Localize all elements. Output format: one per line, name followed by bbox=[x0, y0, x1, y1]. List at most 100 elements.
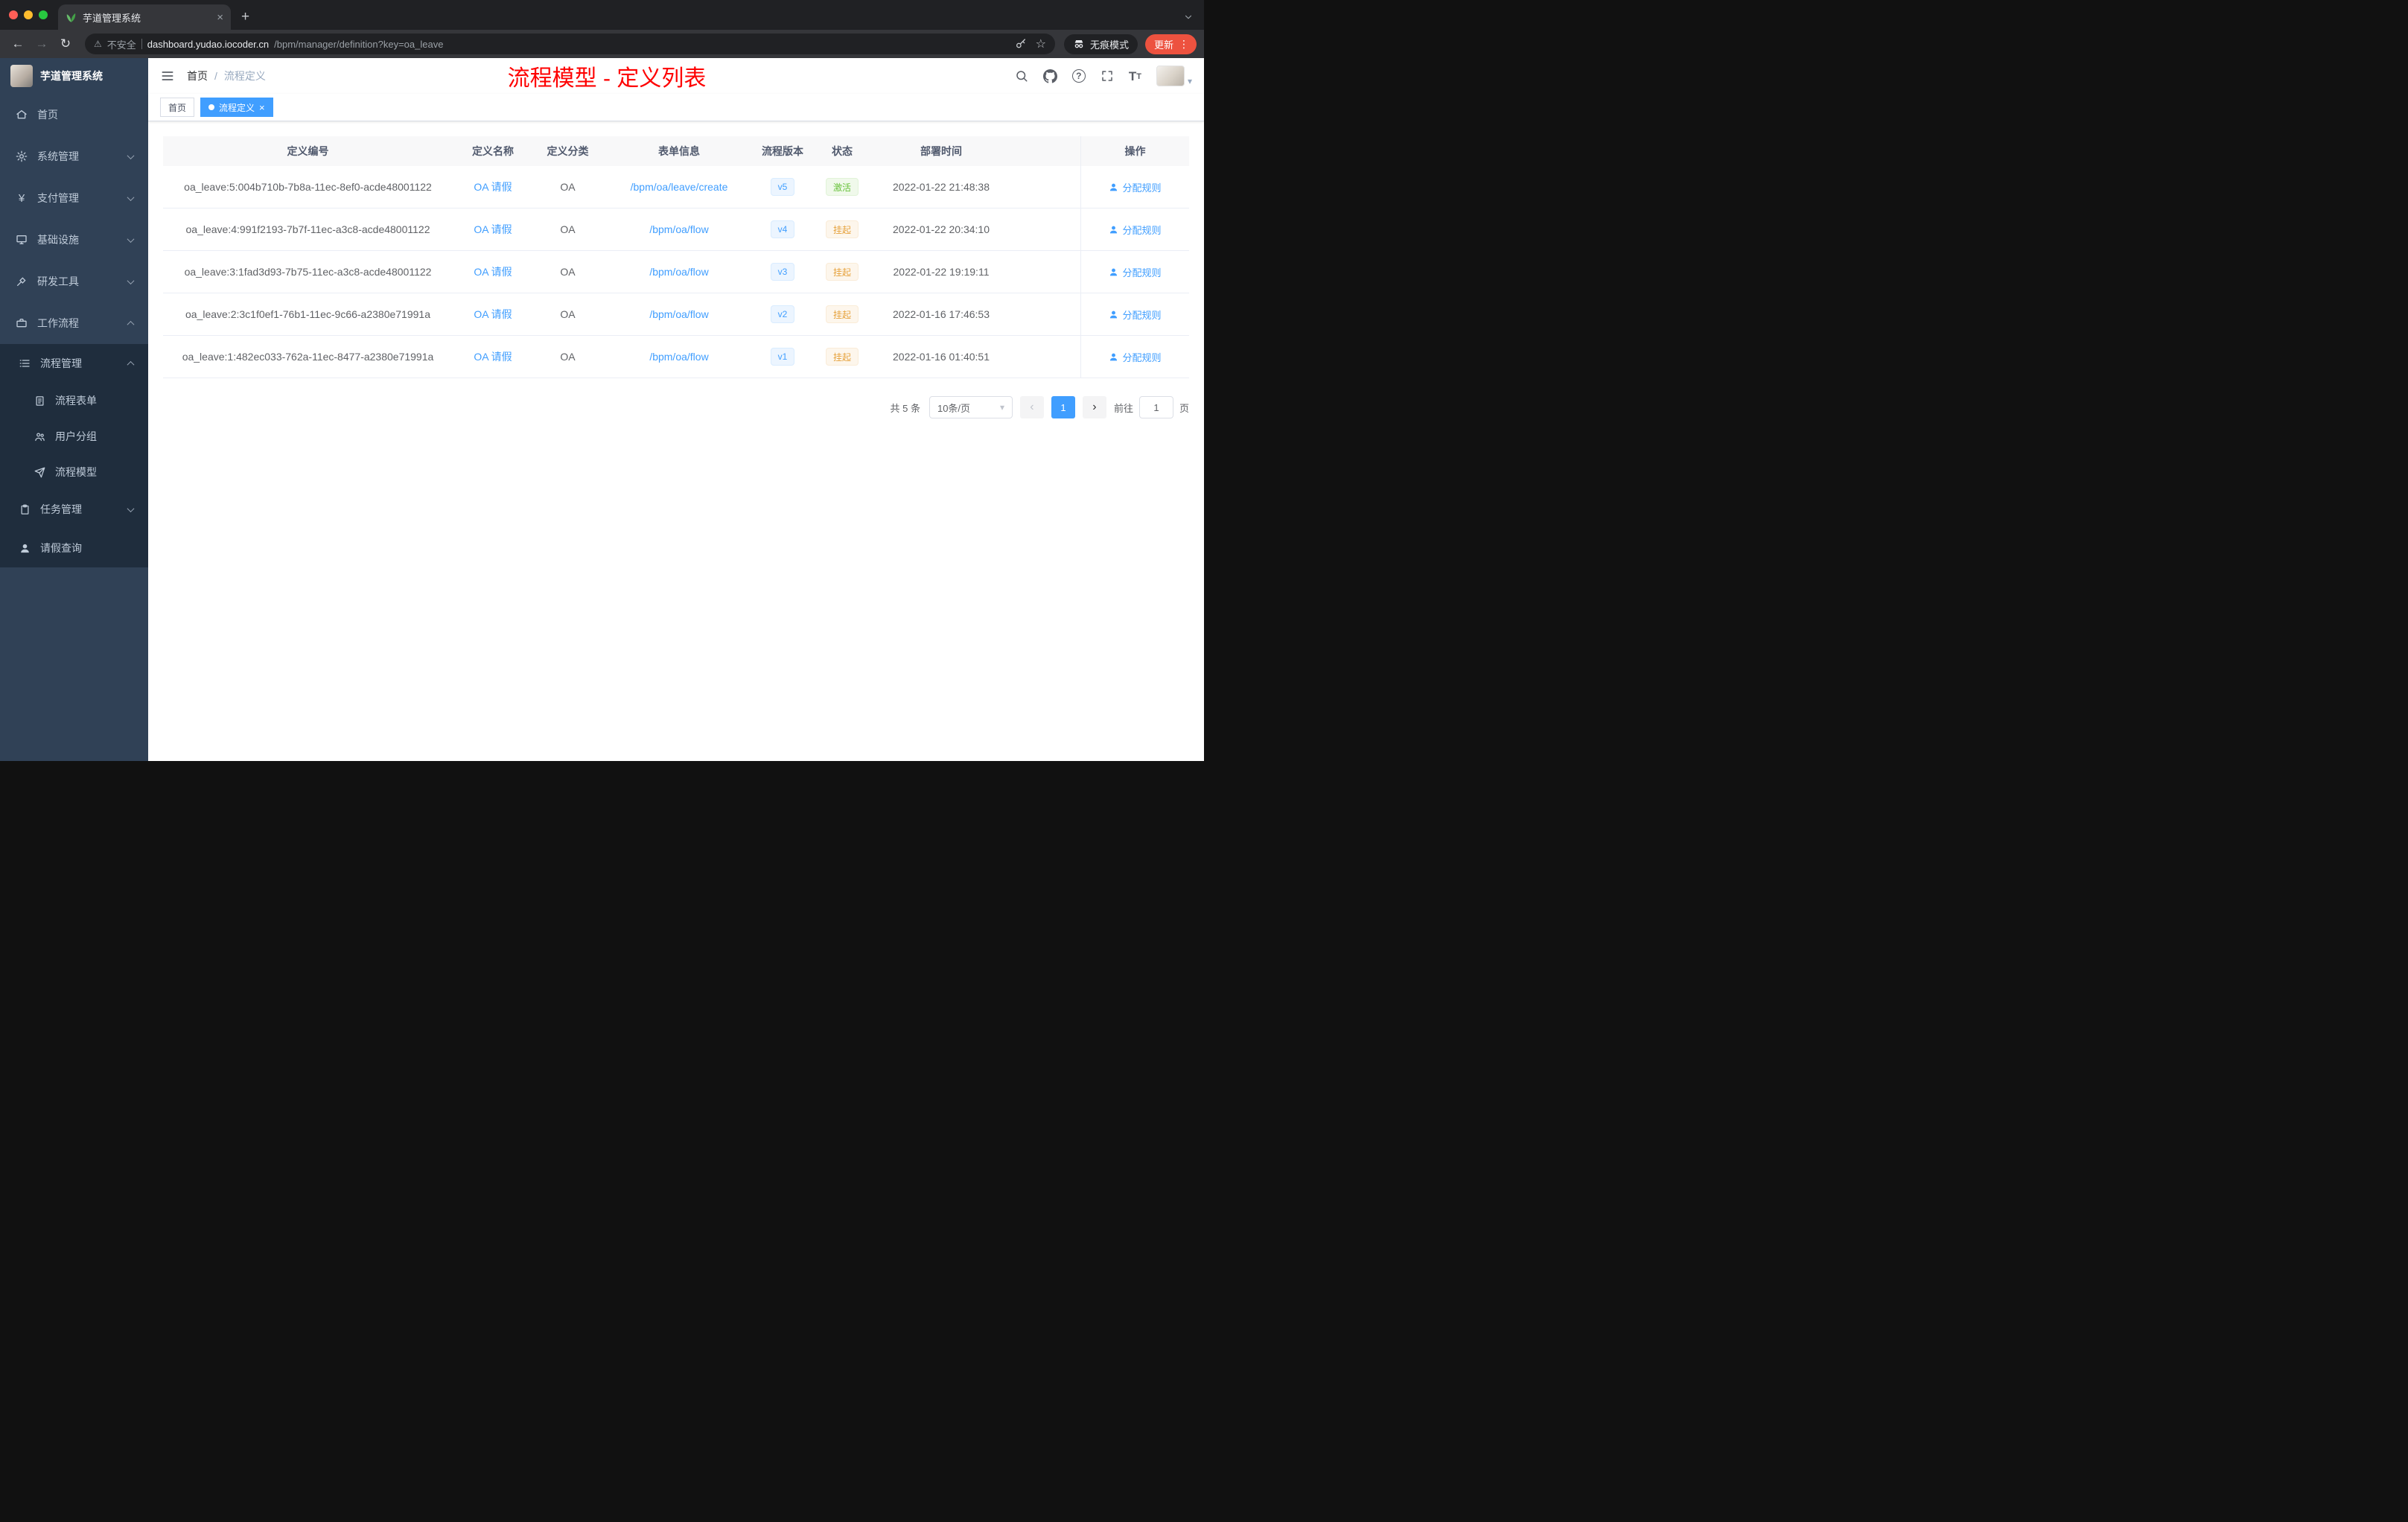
sidebar-item-leave-query[interactable]: 请假查询 bbox=[0, 529, 148, 567]
caret-down-icon: ▾ bbox=[999, 402, 1004, 413]
user-menu[interactable]: ▾ bbox=[1156, 66, 1192, 86]
next-page-button[interactable]: › bbox=[1082, 396, 1106, 418]
page-annotation: 流程模型 - 定义列表 bbox=[507, 66, 707, 91]
warning-icon: ⚠ bbox=[94, 39, 102, 49]
form-link[interactable]: /bpm/oa/flow bbox=[649, 308, 708, 320]
page-number-button[interactable]: 1 bbox=[1051, 396, 1075, 418]
definition-table: 定义编号 定义名称 定义分类 表单信息 流程版本 状态 部署时间 操作 oa_l… bbox=[163, 136, 1189, 378]
sidebar-item-process-management[interactable]: 流程管理 bbox=[0, 344, 148, 383]
url-host: dashboard.yudao.iocoder.cn bbox=[147, 38, 270, 50]
breadcrumb-home[interactable]: 首页 bbox=[187, 69, 208, 83]
form-link[interactable]: /bpm/oa/flow bbox=[649, 223, 708, 235]
browser-tab[interactable]: 芋道管理系统 × bbox=[58, 4, 231, 30]
font-size-small-glyph: T bbox=[1136, 72, 1141, 82]
assign-rule-button[interactable]: 分配规则 bbox=[1109, 308, 1162, 322]
navbar: 首页 / 流程定义 流程模型 - 定义列表 ? T T ▾ bbox=[148, 58, 1204, 94]
assign-rule-label: 分配规则 bbox=[1122, 182, 1162, 194]
definition-name-link[interactable]: OA 请假 bbox=[474, 264, 512, 279]
gear-icon bbox=[15, 150, 28, 162]
browser-menu-icon[interactable]: ⋮ bbox=[1179, 38, 1189, 51]
tool-icon bbox=[15, 276, 28, 287]
address-bar[interactable]: ⚠ 不安全 dashboard.yudao.iocoder.cn /bpm/ma… bbox=[85, 34, 1055, 54]
chevron-up-icon bbox=[127, 360, 135, 369]
home-icon bbox=[15, 109, 28, 121]
window-zoom-button[interactable] bbox=[39, 10, 48, 19]
window-close-button[interactable] bbox=[9, 10, 18, 19]
tag-process-definition[interactable]: 流程定义 × bbox=[200, 98, 273, 117]
assign-rule-button[interactable]: 分配规则 bbox=[1109, 223, 1162, 237]
sidebar-item-label: 研发工具 bbox=[37, 276, 79, 287]
tab-close-icon[interactable]: × bbox=[217, 11, 223, 24]
search-icon[interactable] bbox=[1015, 69, 1028, 83]
forward-button[interactable]: → bbox=[31, 34, 52, 54]
sidebar-item-process-model[interactable]: 流程模型 bbox=[0, 454, 148, 490]
sidebar-logo-row[interactable]: 芋道管理系统 bbox=[0, 58, 148, 94]
definition-category: OA bbox=[560, 181, 576, 193]
definition-category: OA bbox=[560, 223, 576, 235]
browser-tabstrip: 芋道管理系统 × + bbox=[0, 0, 1204, 30]
tab-favicon-icon bbox=[66, 12, 77, 23]
sidebar-item-payment[interactable]: ¥ 支付管理 bbox=[0, 177, 148, 219]
tag-close-icon[interactable]: × bbox=[259, 103, 265, 112]
tags-view: 首页 流程定义 × bbox=[148, 94, 1204, 121]
navbar-actions: ? T T ▾ bbox=[1015, 66, 1192, 86]
version-tag: v1 bbox=[770, 348, 795, 366]
incognito-icon bbox=[1073, 38, 1085, 50]
window-minimize-button[interactable] bbox=[24, 10, 33, 19]
sidebar-item-process-form[interactable]: 流程表单 bbox=[0, 383, 148, 418]
sidebar-item-system[interactable]: 系统管理 bbox=[0, 136, 148, 177]
assign-rule-button[interactable]: 分配规则 bbox=[1109, 350, 1162, 364]
page-size-select[interactable]: 10条/页 ▾ bbox=[929, 396, 1013, 418]
chevron-down-icon bbox=[127, 276, 135, 284]
incognito-badge: 无痕模式 bbox=[1063, 34, 1138, 54]
table-row: oa_leave:1:482ec033-762a-11ec-8477-a2380… bbox=[163, 336, 1189, 378]
deploy-time: 2022-01-22 19:19:11 bbox=[893, 266, 990, 278]
tag-label: 首页 bbox=[168, 102, 187, 113]
form-link[interactable]: /bpm/oa/flow bbox=[649, 266, 708, 278]
sidebar-item-home[interactable]: 首页 bbox=[0, 94, 148, 136]
sidebar-item-infrastructure[interactable]: 基础设施 bbox=[0, 219, 148, 261]
users-icon bbox=[33, 431, 46, 442]
breadcrumb-separator: / bbox=[214, 70, 217, 82]
assign-rule-label: 分配规则 bbox=[1122, 267, 1162, 278]
bookmark-star-icon[interactable]: ☆ bbox=[1036, 36, 1046, 51]
definition-id: oa_leave:1:482ec033-762a-11ec-8477-a2380… bbox=[182, 351, 434, 363]
sidebar-item-devtools[interactable]: 研发工具 bbox=[0, 261, 148, 302]
definition-name-link[interactable]: OA 请假 bbox=[474, 179, 512, 194]
sidebar-item-workflow[interactable]: 工作流程 bbox=[0, 302, 148, 344]
window-controls bbox=[9, 0, 58, 30]
fullscreen-icon[interactable] bbox=[1101, 69, 1114, 83]
definition-name-link[interactable]: OA 请假 bbox=[474, 307, 512, 322]
content: 定义编号 定义名称 定义分类 表单信息 流程版本 状态 部署时间 操作 oa_l… bbox=[148, 121, 1204, 761]
sidebar-item-user-group[interactable]: 用户分组 bbox=[0, 418, 148, 454]
column-header: 状态 bbox=[832, 145, 853, 157]
reload-button[interactable]: ↻ bbox=[55, 34, 76, 54]
tab-search-button[interactable] bbox=[1173, 4, 1204, 30]
definition-name-link[interactable]: OA 请假 bbox=[474, 349, 512, 364]
new-tab-button[interactable]: + bbox=[231, 4, 260, 30]
back-button[interactable]: ← bbox=[7, 34, 28, 54]
prev-page-button[interactable]: ‹ bbox=[1019, 396, 1044, 418]
table-row: oa_leave:2:3c1f0ef1-76b1-11ec-9c66-a2380… bbox=[163, 293, 1189, 336]
app: 芋道管理系统 首页 系统管理 ¥ 支付管理 基础设施 研发工具 工作流程 流程管… bbox=[0, 58, 1204, 761]
definition-id: oa_leave:4:991f2193-7b7f-11ec-a3c8-acde4… bbox=[185, 223, 430, 235]
goto-page-input[interactable] bbox=[1138, 396, 1173, 418]
help-icon[interactable]: ? bbox=[1071, 69, 1086, 83]
assign-rule-button[interactable]: 分配规则 bbox=[1109, 180, 1162, 194]
form-link[interactable]: /bpm/oa/flow bbox=[649, 351, 708, 363]
assign-rule-button[interactable]: 分配规则 bbox=[1109, 265, 1162, 279]
form-link[interactable]: /bpm/oa/leave/create bbox=[631, 181, 728, 193]
column-filler bbox=[1007, 136, 1080, 166]
sidebar-toggle-button[interactable] bbox=[160, 69, 175, 83]
row-filler bbox=[1007, 208, 1080, 250]
sidebar-item-task-management[interactable]: 任务管理 bbox=[0, 490, 148, 529]
browser-update-button[interactable]: 更新 ⋮ bbox=[1144, 34, 1197, 54]
status-badge: 挂起 bbox=[825, 220, 859, 238]
github-icon[interactable] bbox=[1043, 69, 1057, 83]
active-dot bbox=[208, 104, 215, 110]
font-size-icon[interactable]: T T bbox=[1129, 70, 1141, 83]
list-icon bbox=[18, 357, 31, 369]
key-icon[interactable] bbox=[1015, 38, 1027, 50]
definition-name-link[interactable]: OA 请假 bbox=[474, 222, 512, 237]
tag-home[interactable]: 首页 bbox=[160, 98, 195, 117]
